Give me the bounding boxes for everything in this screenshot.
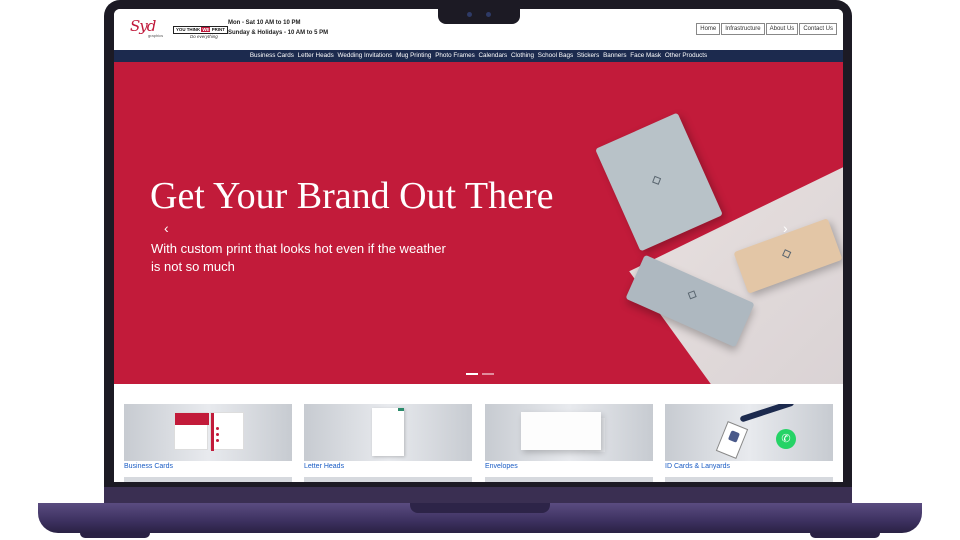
lanyard-strap xyxy=(739,404,795,423)
next-row-tile xyxy=(665,477,833,482)
letter-heads-thumbnail[interactable] xyxy=(304,404,472,461)
envelope-front xyxy=(521,412,601,450)
camera-notch xyxy=(438,0,520,24)
card-logo-icon xyxy=(782,249,792,259)
business-card-image xyxy=(595,112,723,252)
hero-subtitle: With custom print that looks hot even if… xyxy=(151,241,446,274)
next-row-tile xyxy=(485,477,653,482)
hero-carousel: Get Your Brand Out There With custom pri… xyxy=(114,62,843,384)
product-grid: Business Cards Letter Heads Envelopes ✆ … xyxy=(114,384,843,482)
top-nav: Home Infrastructure About Us Contact Us xyxy=(695,23,837,35)
carousel-indicators xyxy=(464,373,496,375)
laptop-base xyxy=(38,503,922,533)
category-bar: Business Cards Letter Heads Wedding Invi… xyxy=(114,50,843,62)
product-tile-business-cards[interactable]: Business Cards xyxy=(124,404,292,470)
product-tile-envelopes[interactable]: Envelopes xyxy=(485,404,653,470)
category-photo-frames[interactable]: Photo Frames xyxy=(435,52,475,59)
product-label[interactable]: ID Cards & Lanyards xyxy=(665,463,833,470)
product-label[interactable]: Letter Heads xyxy=(304,463,472,470)
laptop-foot xyxy=(80,533,150,538)
next-row-tile xyxy=(124,477,292,482)
laptop-foot xyxy=(810,533,880,538)
tagline-suffix: PRINT xyxy=(211,27,225,32)
camera-icon xyxy=(467,12,472,17)
category-banners[interactable]: Banners xyxy=(603,52,626,59)
category-other-products[interactable]: Other Products xyxy=(665,52,707,59)
business-hours: Mon - Sat 10 AM to 10 PM Sunday & Holida… xyxy=(228,18,328,38)
next-row-tile xyxy=(304,477,472,482)
nav-about-us[interactable]: About Us xyxy=(765,23,799,35)
product-tile-id-cards[interactable]: ✆ ID Cards & Lanyards xyxy=(665,404,833,470)
chevron-left-icon[interactable]: ‹ xyxy=(164,220,169,236)
tagline-we: WE xyxy=(201,27,211,32)
category-clothing[interactable]: Clothing xyxy=(511,52,534,59)
category-letter-heads[interactable]: Letter Heads xyxy=(298,52,334,59)
id-card xyxy=(715,421,749,459)
carousel-indicator[interactable] xyxy=(482,373,494,375)
category-business-cards[interactable]: Business Cards xyxy=(250,52,294,59)
card-logo-icon xyxy=(687,290,697,300)
letterhead-sheet xyxy=(372,408,404,456)
nav-home[interactable]: Home xyxy=(696,23,721,35)
envelopes-thumbnail[interactable] xyxy=(485,404,653,461)
business-card-back xyxy=(210,412,244,451)
product-tile-letter-heads[interactable]: Letter Heads xyxy=(304,404,472,470)
trackpad-groove xyxy=(410,503,550,513)
product-label[interactable]: Envelopes xyxy=(485,463,653,470)
business-card-front xyxy=(174,412,209,450)
nav-contact-us[interactable]: Contact Us xyxy=(799,23,837,35)
chevron-right-icon[interactable]: › xyxy=(783,220,788,236)
nav-infrastructure[interactable]: Infrastructure xyxy=(721,23,765,35)
laptop-screen: Syd graphics YOU THINK WE PRINT Do every… xyxy=(114,9,843,482)
category-mug-printing[interactable]: Mug Printing xyxy=(396,52,431,59)
card-logo-icon xyxy=(652,175,662,185)
hero-title: Get Your Brand Out There xyxy=(150,175,554,217)
sensor-icon xyxy=(486,12,491,17)
tagline-badge: YOU THINK WE PRINT xyxy=(173,26,228,34)
hours-weekdays: Mon - Sat 10 AM to 10 PM xyxy=(228,20,301,26)
tagline-script: Do everything xyxy=(190,34,218,39)
category-face-mask[interactable]: Face Mask xyxy=(630,52,661,59)
product-label[interactable]: Business Cards xyxy=(124,463,292,470)
category-school-bags[interactable]: School Bags xyxy=(538,52,573,59)
carousel-indicator[interactable] xyxy=(466,373,478,375)
tagline-prefix: YOU THINK xyxy=(176,27,201,32)
logo-subtitle: graphics xyxy=(148,33,164,38)
business-cards-thumbnail[interactable] xyxy=(124,404,292,461)
hours-holidays: Sunday & Holidays - 10 AM to 5 PM xyxy=(228,30,329,36)
category-stickers[interactable]: Stickers xyxy=(577,52,599,59)
id-cards-thumbnail[interactable]: ✆ xyxy=(665,404,833,461)
category-wedding-invitations[interactable]: Wedding Invitations xyxy=(337,52,392,59)
whatsapp-icon[interactable]: ✆ xyxy=(776,429,796,449)
category-calendars[interactable]: Calendars xyxy=(478,52,507,59)
